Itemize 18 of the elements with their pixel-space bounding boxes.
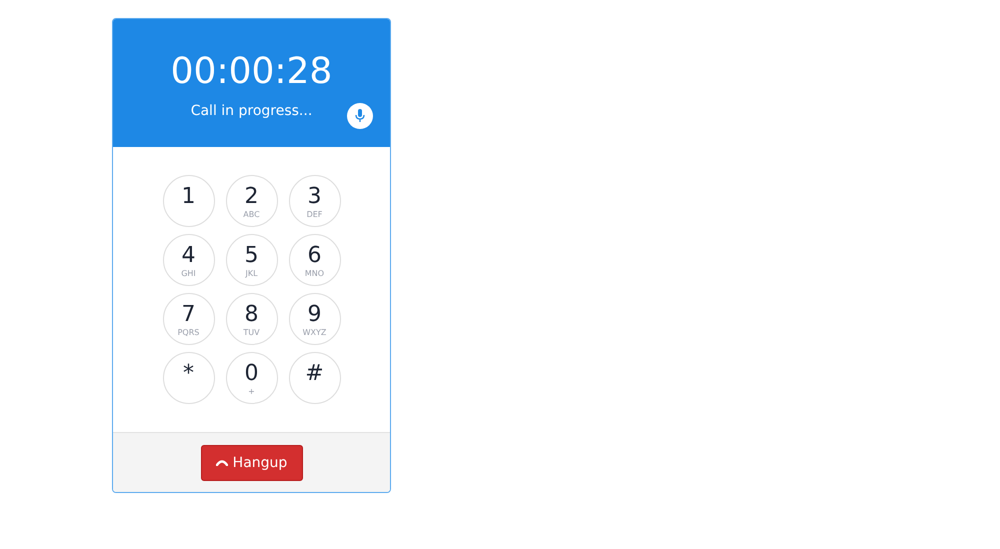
dial-key[interactable]: 1 (162, 175, 214, 227)
dial-key[interactable]: 9 WXYZ (288, 293, 340, 345)
dial-key[interactable]: 4 GHI (162, 234, 214, 286)
phone-icon (216, 460, 228, 466)
call-timer: 00:00:28 (170, 51, 332, 93)
dial-key[interactable]: 3 DEF (288, 175, 340, 227)
call-status: Call in progress... (190, 102, 312, 120)
dial-key[interactable]: 5 JKL (226, 234, 278, 286)
hangup-button[interactable]: Hangup (200, 444, 302, 480)
dial-key[interactable]: * (162, 352, 214, 404)
microphone-button[interactable] (347, 103, 373, 129)
dial-key[interactable]: 8 TUV (226, 293, 278, 345)
dial-key[interactable]: # (288, 352, 340, 404)
microphone-icon (355, 109, 365, 123)
dial-key[interactable]: 7 PQRS (162, 293, 214, 345)
dial-key[interactable]: 6 MNO (288, 234, 340, 286)
dial-key[interactable]: 0 + (226, 352, 278, 404)
dial-key[interactable]: 2 ABC (226, 175, 278, 227)
